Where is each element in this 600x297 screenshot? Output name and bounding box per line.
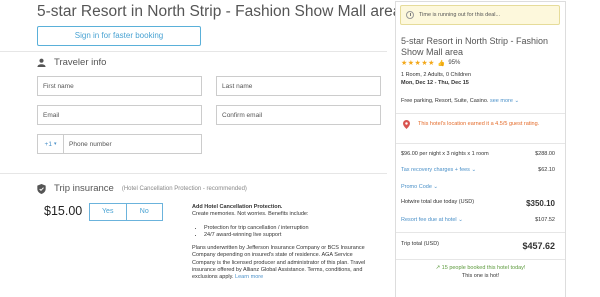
confirm-email-input[interactable] (222, 111, 380, 119)
page-title: 5-star Resort in North Strip - Fashion S… (37, 3, 402, 20)
insurance-title: Add Hotel Cancellation Protection. (192, 204, 283, 210)
resort-fee-value: $107.52 (535, 217, 555, 223)
clock-icon (406, 11, 414, 19)
divider (396, 259, 565, 260)
resort-fee-row: Resort fee due at hotel ⌄ $107.52 (401, 217, 555, 223)
hotwire-total-value: $350.10 (526, 199, 555, 208)
trend-up-icon: ↗ (435, 265, 441, 271)
trip-insurance-label: Trip insurance (54, 183, 114, 194)
phone-input[interactable] (64, 135, 201, 153)
tax-row: Tax recovery charges + fees ⌄ $62.10 (401, 167, 555, 173)
last-name-field[interactable] (216, 76, 381, 96)
promo-code-label: Promo Code (401, 184, 432, 190)
hotwire-total-row: Hotwire total due today (USD) $350.10 (401, 199, 555, 208)
hot-deal-notice: This one is hot! (461, 273, 500, 279)
divider (396, 232, 565, 233)
nightly-rate-row: $96.00 per night x 3 nights x 1 room $28… (401, 151, 555, 157)
learn-more-link[interactable]: Learn more (235, 274, 263, 280)
divider (0, 173, 387, 174)
tax-fees-value: $62.10 (538, 167, 555, 173)
amenities: Free parking, Resort, Suite, Casino. see… (401, 98, 519, 104)
insurance-yes-button[interactable]: Yes (90, 204, 127, 220)
benefit-item: 24/7 award-winning live support (204, 232, 375, 239)
booked-today-notice: ↗ 15 people booked this hotel today! (396, 265, 565, 271)
email-input[interactable] (43, 111, 201, 119)
deal-banner: Time is running out for this deal... (400, 5, 560, 25)
room-info: 1 Room, 2 Adults, 0 Children Mon, Dec 12… (401, 72, 471, 87)
insurance-details: Add Hotel Cancellation Protection. Creat… (192, 204, 375, 282)
chevron-down-icon: ⌄ (514, 98, 520, 104)
promo-row: Promo Code ⌄ (401, 184, 555, 190)
location-rating-text: This hotel's location earned it a 4.5/5 … (418, 121, 540, 127)
email-field[interactable] (37, 105, 202, 125)
see-more-label: see more (489, 98, 513, 104)
promo-code-link[interactable]: Promo Code ⌄ (401, 184, 438, 190)
chevron-down-icon: ▾ (53, 141, 57, 147)
rating-row: ★★★★★ 👍 95% (401, 59, 460, 67)
resort-fee-label: Resort fee due at hotel (401, 217, 457, 223)
room-line: 1 Room, 2 Adults, 0 Children (401, 72, 472, 78)
insurance-choice: Yes No (89, 203, 163, 221)
hotel-name: 5-star Resort in North Strip - Fashion S… (401, 36, 549, 57)
amenities-text: Free parking, Resort, Suite, Casino. (401, 98, 489, 104)
traveler-info-heading: Traveler info (37, 57, 106, 68)
rating-percent: 95% (448, 60, 461, 66)
fine-print-text: Plans underwritten by Jefferson Insuranc… (192, 245, 366, 281)
thumbs-up-icon: 👍 (437, 60, 446, 67)
shield-icon (37, 183, 46, 194)
divider (0, 51, 387, 52)
chevron-down-icon: ⌄ (433, 184, 439, 190)
divider (396, 143, 565, 144)
stay-dates: Mon, Dec 12 - Thu, Dec 15 (401, 79, 469, 86)
see-more-link[interactable]: see more ⌄ (490, 98, 519, 104)
star-rating: ★★★★★ (401, 60, 435, 67)
first-name-input[interactable] (43, 82, 201, 90)
trip-total-row: Trip total (USD) $457.62 (401, 241, 555, 251)
insurance-no-button[interactable]: No (127, 204, 163, 220)
last-name-input[interactable] (222, 82, 380, 90)
traveler-info-label: Traveler info (54, 57, 107, 68)
insurance-tagline: Create memories. Not worries. Benefits i… (192, 211, 309, 218)
tax-fees-link[interactable]: Tax recovery charges + fees ⌄ (401, 167, 476, 173)
deal-banner-text: Time is running out for this deal... (419, 12, 501, 18)
booked-today-text: 15 people booked this hotel today! (441, 265, 526, 271)
phone-field[interactable]: +1 ▾ (37, 134, 202, 154)
sign-in-button[interactable]: Sign in for faster booking (37, 26, 201, 46)
country-code-select[interactable]: +1 ▾ (38, 135, 64, 153)
chevron-down-icon: ⌄ (458, 217, 463, 223)
country-code-label: +1 (44, 140, 52, 148)
first-name-field[interactable] (37, 76, 202, 96)
location-pin-icon (403, 120, 410, 129)
trip-total-label: Trip total (USD) (401, 241, 439, 247)
hotwire-total-label: Hotwire total due today (USD) (401, 199, 475, 205)
nightly-rate-label: $96.00 per night x 3 nights x 1 room (401, 151, 489, 157)
resort-fee-link[interactable]: Resort fee due at hotel ⌄ (401, 217, 463, 223)
insurance-fine-print: Plans underwritten by Jefferson Insuranc… (192, 245, 375, 281)
insurance-price: $15.00 (44, 204, 83, 218)
benefit-list: Protection for trip cancellation / inter… (204, 225, 375, 240)
chevron-down-icon: ⌄ (471, 167, 477, 173)
trip-total-value: $457.62 (522, 241, 555, 251)
person-icon (37, 58, 46, 67)
trip-insurance-heading: Trip insurance (Hotel Cancellation Prote… (37, 183, 247, 194)
tax-fees-label: Tax recovery charges + fees (401, 167, 470, 173)
trip-insurance-subheading: (Hotel Cancellation Protection - recomme… (121, 185, 247, 192)
benefit-item: Protection for trip cancellation / inter… (204, 225, 375, 232)
divider (396, 113, 565, 114)
nightly-rate-value: $288.00 (535, 151, 555, 157)
confirm-email-field[interactable] (216, 105, 381, 125)
